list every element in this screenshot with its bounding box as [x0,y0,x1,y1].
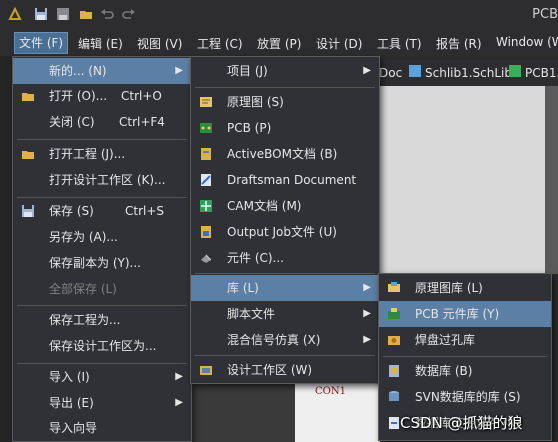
separator [383,356,547,357]
schematic-canvas[interactable]: CON1 [295,384,380,442]
menu-item-save-project-as[interactable]: 保存工程为... [13,307,191,333]
svn-db-icon [389,391,399,401]
new-item-activebom[interactable]: ActiveBOM文档 (B) [191,141,379,167]
chevron-right-icon: ▶ [175,65,183,76]
open-folder-icon[interactable] [79,7,93,21]
menu-reports[interactable]: 报告 (R) [436,35,482,52]
new-item-component[interactable]: 元件 (C)... [191,245,379,271]
separator [17,305,187,306]
lib-item-pcblib[interactable]: PCB 元件库 (Y) [379,301,551,327]
file-menu: 新的... (N) ▶ 打开 (O)... Ctrl+O 关闭 (C) Ctrl+F4… [12,56,192,442]
new-submenu: 项目 (J) ▶ 原理图 (S) PCB (P) ActiveBOM文档 (B) … [190,56,380,384]
menu-view[interactable]: 视图 (V) [137,35,182,52]
menu-item-save-copy-as[interactable]: 保存副本为 (Y)... [13,250,191,276]
undo-icon[interactable] [100,7,114,21]
save-icon[interactable] [34,7,48,21]
menu-item-save-workspace-as[interactable]: 保存设计工作区为... [13,333,191,359]
new-item-workspace[interactable]: 设计工作区 (W) [191,357,379,383]
window-title: PCB [532,7,558,22]
new-item-project[interactable]: 项目 (J) ▶ [191,58,379,84]
menu-edit[interactable]: 编辑 (E) [78,35,123,52]
database-icon [389,365,399,377]
menu-item-import-wizard[interactable]: 导入向导 [13,415,191,441]
menu-place[interactable]: 放置 (P) [257,35,301,52]
draftsman-icon [201,174,211,186]
separator [195,87,375,88]
schlib-tab-icon [409,65,421,77]
app-logo-icon [8,7,22,20]
chevron-right-icon: ▶ [363,334,371,345]
new-item-draftsman[interactable]: Draftsman Document [191,167,379,193]
pcb-icon [200,123,212,133]
save-all-icon[interactable] [56,7,70,21]
schlib-icon [388,282,400,292]
menu-item-open-workspace[interactable]: 打开设计工作区 (K)... [13,167,191,193]
menu-tools[interactable]: 工具 (T) [377,35,422,52]
cam-icon [200,200,212,212]
separator [17,139,187,140]
left-panel-strip [0,56,12,442]
menu-item-export[interactable]: 导出 (E) ▶ [13,390,191,416]
tab-pcb[interactable]: PCB1.F [525,66,558,80]
menu-item-open[interactable]: 打开 (O)... Ctrl+O [13,83,191,109]
menu-item-close[interactable]: 关闭 (C) Ctrl+F4 [13,109,191,135]
pcb-tab-icon [509,65,521,77]
document-tabs: Doc Schlib1.SchLib PCB1.F [375,60,558,86]
menu-bar: 文件 (F) 编辑 (E) 视图 (V) 工程 (C) 放置 (P) 设计 (D… [0,30,558,56]
menu-file[interactable]: 文件 (F) [14,32,69,54]
menu-item-import[interactable]: 导入 (I) ▶ [13,364,191,390]
save-icon [22,205,34,217]
new-item-output-job[interactable]: Output Job文件 (U) [191,219,379,245]
chevron-right-icon: ▶ [175,371,183,382]
new-item-mixed-sim[interactable]: 混合信号仿真 (X) ▶ [191,327,379,353]
db-link-icon [389,417,399,429]
lib-item-schlib[interactable]: 原理图库 (L) [379,275,551,301]
component-icon [201,254,212,263]
new-item-pcb[interactable]: PCB (P) [191,115,379,141]
menu-item-save-all: 全部保存 (L) [49,282,117,296]
chevron-right-icon: ▶ [175,397,183,408]
menu-item-new[interactable]: 新的... (N) ▶ [13,58,191,84]
output-job-icon [201,226,211,238]
watermark: CSDN @抓猫的狼 [400,414,523,432]
schematic-icon [200,97,212,107]
title-bar: PCB [0,0,558,30]
new-item-script[interactable]: 脚本文件 ▶ [191,301,379,327]
new-item-library[interactable]: 库 (L) ▶ [191,275,379,301]
menu-window[interactable]: Window (W) [496,35,558,49]
component-designator: CON1 [315,386,346,397]
padvia-icon [388,336,400,345]
workspace-icon [200,366,212,375]
new-item-cam[interactable]: CAM文档 (M) [191,193,379,219]
folder-open-icon [22,151,34,159]
new-item-schematic[interactable]: 原理图 (S) [191,89,379,115]
menu-item-open-project[interactable]: 打开工程 (J)... [13,141,191,167]
document-canvas[interactable] [380,86,558,274]
folder-open-icon [22,93,34,101]
separator [195,273,375,274]
bom-icon [201,148,211,160]
pcblib-icon [388,308,400,319]
menu-project[interactable]: 工程 (C) [197,35,243,52]
chevron-right-icon: ▶ [363,65,371,76]
menu-item-save[interactable]: 保存 (S) Ctrl+S [13,198,191,224]
canvas-side-strip [545,86,558,274]
tab-schlib[interactable]: Schlib1.SchLib [425,66,512,80]
chevron-right-icon: ▶ [363,282,371,293]
lib-item-padvia[interactable]: 焊盘过孔库 [379,327,551,353]
menu-item-save-as[interactable]: 另存为 (A)... [13,224,191,250]
tab-doc[interactable]: Doc [379,66,402,80]
lib-item-svn-database[interactable]: SVN数据库的库 (S) [379,384,551,410]
menu-design[interactable]: 设计 (D) [316,35,362,52]
lib-item-database[interactable]: 数据库 (B) [379,358,551,384]
chevron-right-icon: ▶ [363,308,371,319]
redo-icon[interactable] [122,7,136,21]
separator [195,355,375,356]
